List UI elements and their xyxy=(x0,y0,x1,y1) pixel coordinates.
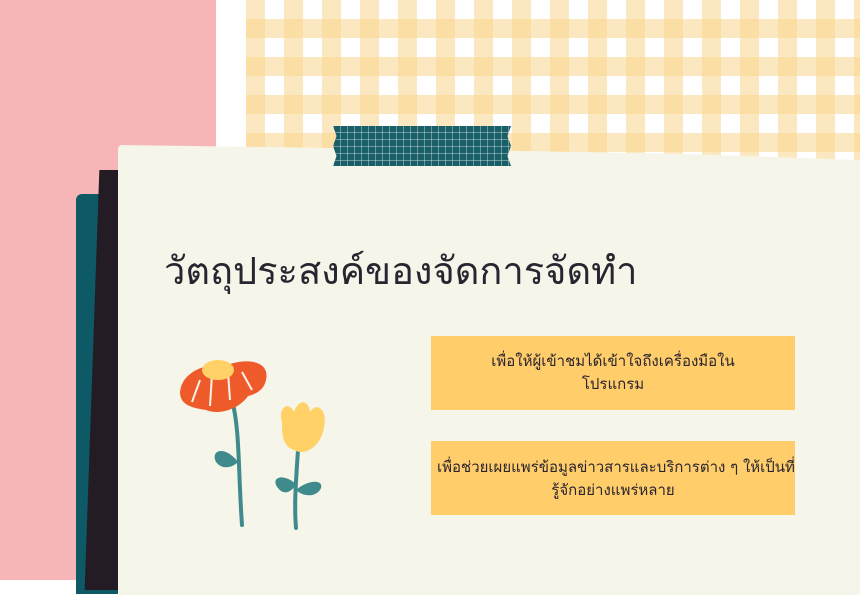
orange-daisy-icon xyxy=(180,360,267,527)
objective-card-1: เพื่อให้ผู้เข้าชมได้เข้าใจถึงเครื่องมือใ… xyxy=(431,336,795,410)
objective-1-line-2: โปรแกรม xyxy=(581,375,645,393)
objective-2-line-2: รู้จักอย่างแพร่หลาย xyxy=(551,481,675,499)
objective-1-line-1: เพื่อให้ผู้เข้าชมได้เข้าใจถึงเครื่องมือใ… xyxy=(491,352,735,370)
objective-card-2: เพื่อช่วยเผยแพร่ข้อมูลข่าวสารและบริการต่… xyxy=(431,441,795,515)
yellow-tulip-icon xyxy=(275,402,325,530)
washi-tape xyxy=(333,126,511,166)
flowers-illustration xyxy=(180,360,325,530)
slide-title: วัตถุประสงค์ของจัดการจัดทำ xyxy=(164,249,638,293)
objective-2-line-1: เพื่อช่วยเผยแพร่ข้อมูลข่าวสารและบริการต่… xyxy=(437,458,795,476)
